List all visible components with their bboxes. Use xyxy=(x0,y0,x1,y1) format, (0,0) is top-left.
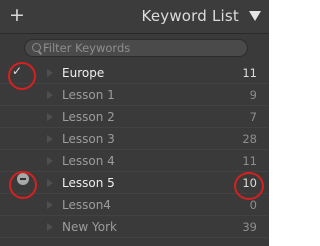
keyword-row-europe[interactable]: ✓ Europe 11 xyxy=(0,62,269,84)
expand-triangle-icon[interactable] xyxy=(47,223,53,231)
keyword-list-panel: + Keyword List ✓ Europe 11 Lesson 1 9 Le… xyxy=(0,0,269,246)
keyword-label: Lesson 2 xyxy=(62,110,115,124)
filter-keywords-input[interactable] xyxy=(43,40,243,56)
checkmark-icon[interactable]: ✓ xyxy=(10,64,24,78)
add-keyword-button[interactable]: + xyxy=(9,4,25,26)
keyword-count: 10 xyxy=(242,176,257,190)
keyword-row-new-york[interactable]: New York 39 xyxy=(0,216,269,238)
search-icon xyxy=(32,43,41,52)
keyword-label: Lesson 3 xyxy=(62,132,115,146)
keyword-row-lesson-4[interactable]: Lesson 4 11 xyxy=(0,150,269,172)
expand-triangle-icon[interactable] xyxy=(47,179,53,187)
panel-title[interactable]: Keyword List xyxy=(142,6,239,26)
collapse-panel-icon[interactable] xyxy=(249,11,261,21)
keyword-count: 11 xyxy=(242,66,257,80)
expand-triangle-icon[interactable] xyxy=(47,135,53,143)
expand-triangle-icon[interactable] xyxy=(47,201,53,209)
keyword-count: 0 xyxy=(249,198,257,212)
keyword-count: 7 xyxy=(249,110,257,124)
expand-triangle-icon[interactable] xyxy=(47,91,53,99)
keyword-row-lesson-5[interactable]: Lesson 5 10 xyxy=(0,172,269,194)
keyword-row-lesson-3[interactable]: Lesson 3 28 xyxy=(0,128,269,150)
keyword-row-lesson4[interactable]: Lesson4 0 xyxy=(0,194,269,216)
keyword-label: Lesson4 xyxy=(62,198,111,212)
keyword-row-lesson-2[interactable]: Lesson 2 7 xyxy=(0,106,269,128)
keyword-label: New York xyxy=(62,220,117,234)
keyword-count: 28 xyxy=(242,132,257,146)
partial-selection-icon[interactable] xyxy=(17,173,29,185)
expand-triangle-icon[interactable] xyxy=(47,157,53,165)
expand-triangle-icon[interactable] xyxy=(47,69,53,77)
keyword-label: Lesson 4 xyxy=(62,154,115,168)
keyword-count: 11 xyxy=(242,154,257,168)
keyword-count: 39 xyxy=(242,220,257,234)
keyword-label: Lesson 1 xyxy=(62,88,115,102)
keyword-label: Europe xyxy=(62,66,105,80)
filter-keywords-field[interactable] xyxy=(24,39,248,57)
panel-header: + Keyword List xyxy=(0,0,269,34)
keyword-label: Lesson 5 xyxy=(62,176,115,190)
keyword-row-lesson-1[interactable]: Lesson 1 9 xyxy=(0,84,269,106)
keyword-count: 9 xyxy=(249,88,257,102)
expand-triangle-icon[interactable] xyxy=(47,113,53,121)
